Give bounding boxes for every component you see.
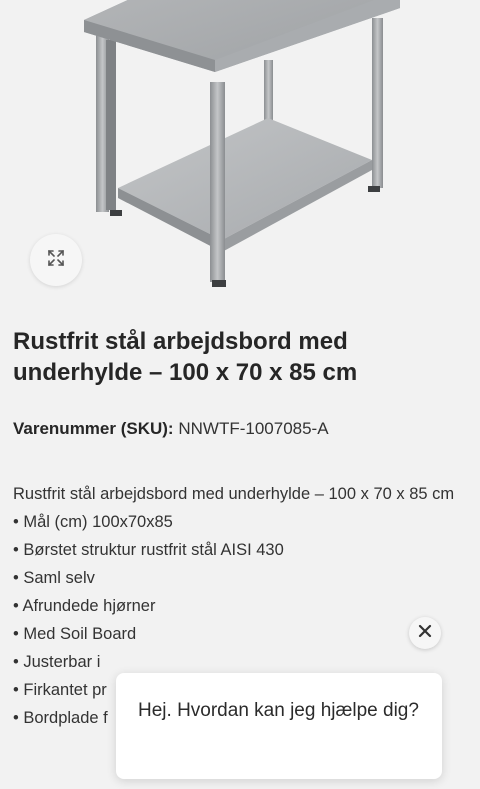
sku-line: Varenummer (SKU): NNWTF-1007085-A [13,418,329,440]
sku-value: NNWTF-1007085-A [178,419,329,438]
feature-item: • Justerbar i [13,653,101,671]
zoom-image-button[interactable] [30,234,82,286]
close-icon [418,624,432,643]
feature-item: • Afrundede hjørner [13,597,156,615]
sku-label: Varenummer (SKU): [13,419,174,438]
chat-message: Hej. Hvordan kan jeg hjælpe dig? [138,700,419,721]
feature-item: • Med Soil Board [13,625,137,643]
feature-item: • Børstet struktur rustfrit stål AISI 43… [13,541,284,559]
product-title: Rustfrit stål arbejdsbord med underhylde… [13,328,358,386]
feature-item: • Mål (cm) 100x70x85 [13,513,173,531]
chat-greeting-bubble[interactable]: Hej. Hvordan kan jeg hjælpe dig? [116,673,442,779]
feature-item: • Saml selv [13,569,95,587]
close-chat-button[interactable] [409,617,441,649]
expand-icon [47,249,65,272]
description-intro: Rustfrit stål arbejdsbord med underhylde… [13,485,455,503]
